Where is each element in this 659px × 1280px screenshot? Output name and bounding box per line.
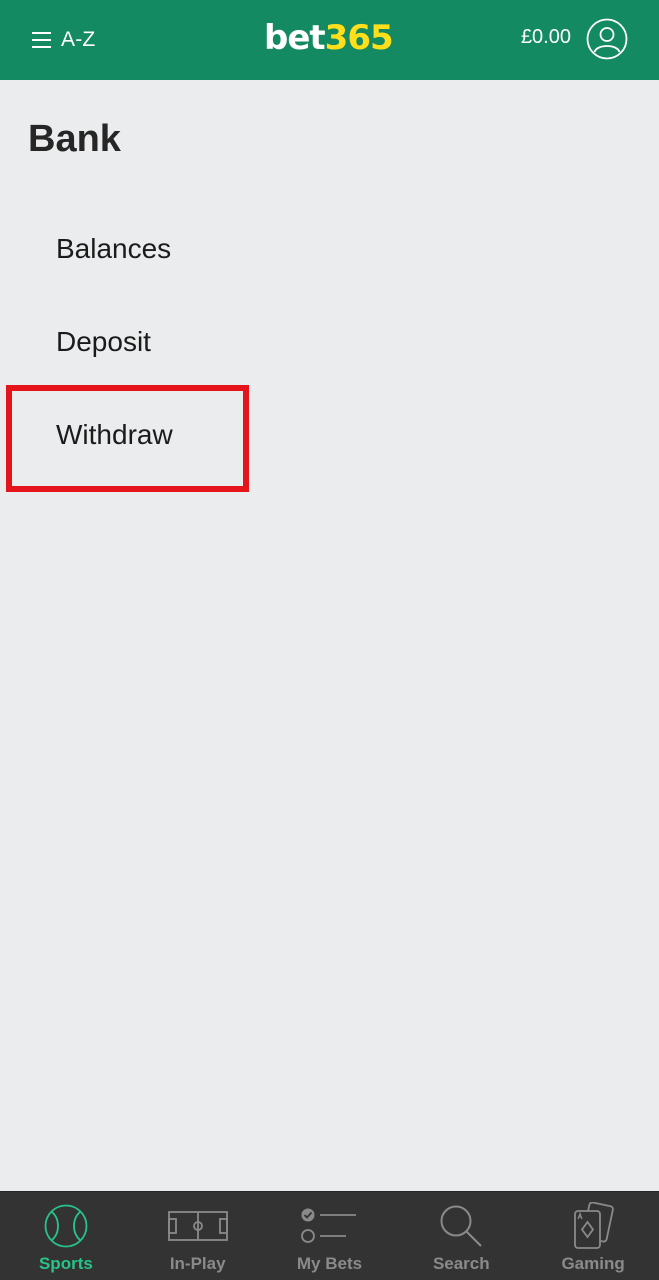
logo-text-365: 365 (324, 18, 394, 58)
bet365-logo[interactable]: bet 365 (264, 16, 394, 60)
az-menu-label: A-Z (61, 28, 96, 51)
nav-icon-slot-search (438, 1203, 484, 1249)
pitch-icon (167, 1211, 228, 1241)
nav-tab-gaming[interactable]: Gaming (527, 1192, 659, 1280)
nav-label-sports: Sports (38, 1254, 93, 1273)
nav-icon-slot-sports (43, 1203, 89, 1249)
nav-icon-slot-in-play (167, 1203, 228, 1249)
hamburger-icon (32, 32, 51, 48)
app-root: A-Z bet 365 £0.00 Bank Balances Deposit W… (0, 0, 659, 1280)
account-balance[interactable]: £0.00 (521, 26, 571, 49)
bet-list-icon (301, 1208, 357, 1243)
playing-cards-icon (574, 1202, 614, 1249)
account-avatar-icon[interactable] (586, 18, 628, 60)
menu-item-deposit[interactable]: Deposit (56, 312, 151, 372)
nav-label-search: Search (432, 1254, 490, 1273)
nav-tab-in-play[interactable]: In-Play (132, 1192, 264, 1280)
nav-tab-sports[interactable]: Sports (0, 1192, 132, 1280)
search-icon (440, 1205, 482, 1247)
bottom-nav-bar: Sports In-Play My Bets Search Gaming (0, 1191, 659, 1280)
nav-icon-slot-gaming (571, 1202, 615, 1249)
nav-icon-slot-my-bets (300, 1203, 358, 1249)
sports-ball-icon (44, 1204, 88, 1248)
menu-item-balances[interactable]: Balances (56, 219, 171, 279)
nav-label-gaming: Gaming (561, 1254, 625, 1273)
nav-tab-my-bets[interactable]: My Bets (264, 1192, 396, 1280)
logo-text-bet: bet (264, 18, 326, 58)
page-title: Bank (28, 118, 121, 160)
az-menu-button[interactable]: A-Z (32, 24, 95, 56)
nav-label-in-play: In-Play (169, 1254, 226, 1273)
top-header: A-Z bet 365 £0.00 (0, 0, 659, 80)
nav-tab-search[interactable]: Search (395, 1192, 527, 1280)
nav-label-my-bets: My Bets (296, 1254, 363, 1273)
menu-item-withdraw[interactable]: Withdraw (56, 405, 173, 465)
